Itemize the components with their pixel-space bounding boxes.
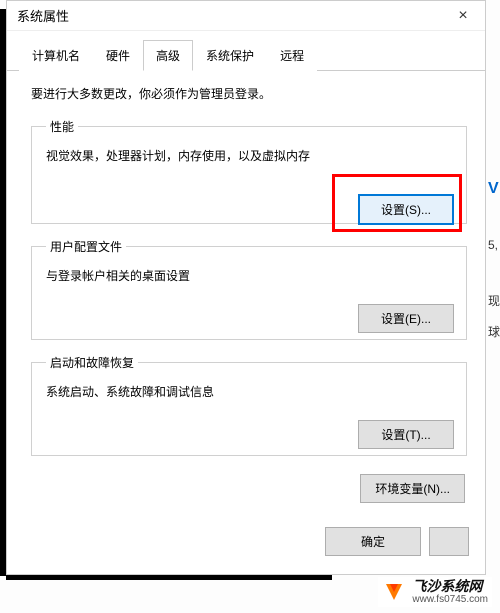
window-title: 系统属性 xyxy=(17,6,69,25)
startup-recovery-group: 启动和故障恢复 系统启动、系统故障和调试信息 设置(T)... xyxy=(31,354,467,456)
tab-computer-name[interactable]: 计算机名 xyxy=(19,40,93,71)
cancel-button-partial[interactable] xyxy=(429,527,469,556)
tab-advanced[interactable]: 高级 xyxy=(143,40,193,71)
performance-settings-button[interactable]: 设置(S)... xyxy=(358,194,454,225)
tab-remote[interactable]: 远程 xyxy=(267,40,317,71)
close-icon: × xyxy=(458,7,467,25)
watermark: 飞沙系统网 www.fs0745.com xyxy=(378,577,492,607)
environment-variables-button[interactable]: 环境变量(N)... xyxy=(360,474,465,503)
watermark-logo-icon xyxy=(382,580,406,604)
env-var-row: 环境变量(N)... xyxy=(31,470,467,507)
close-button[interactable]: × xyxy=(441,1,485,31)
performance-group: 性能 视觉效果，处理器计划，内存使用，以及虚拟内存 设置(S)... xyxy=(31,118,467,224)
admin-note: 要进行大多数更改，你必须作为管理员登录。 xyxy=(31,85,467,102)
performance-desc: 视觉效果，处理器计划，内存使用，以及虚拟内存 xyxy=(46,147,454,164)
user-profile-settings-button[interactable]: 设置(E)... xyxy=(358,304,454,333)
tab-hardware[interactable]: 硬件 xyxy=(93,40,143,71)
tab-system-protection[interactable]: 系统保护 xyxy=(193,40,267,71)
system-properties-dialog: 系统属性 × 计算机名 硬件 高级 系统保护 远程 要进行大多数更改，你必须作为… xyxy=(6,0,486,575)
watermark-url: www.fs0745.com xyxy=(412,594,488,605)
ok-button[interactable]: 确定 xyxy=(325,527,421,556)
dialog-footer: 确定 xyxy=(7,517,485,556)
user-profile-legend: 用户配置文件 xyxy=(46,238,126,255)
watermark-name: 飞沙系统网 xyxy=(412,579,488,594)
tab-content-advanced: 要进行大多数更改，你必须作为管理员登录。 性能 视觉效果，处理器计划，内存使用，… xyxy=(7,71,485,517)
titlebar: 系统属性 × xyxy=(7,1,485,31)
startup-recovery-desc: 系统启动、系统故障和调试信息 xyxy=(46,383,454,400)
startup-recovery-settings-button[interactable]: 设置(T)... xyxy=(358,420,454,449)
performance-legend: 性能 xyxy=(46,118,78,135)
startup-recovery-legend: 启动和故障恢复 xyxy=(46,354,138,371)
user-profile-desc: 与登录帐户相关的桌面设置 xyxy=(46,267,454,284)
tab-strip: 计算机名 硬件 高级 系统保护 远程 xyxy=(7,31,485,71)
user-profile-group: 用户配置文件 与登录帐户相关的桌面设置 设置(E)... xyxy=(31,238,467,340)
